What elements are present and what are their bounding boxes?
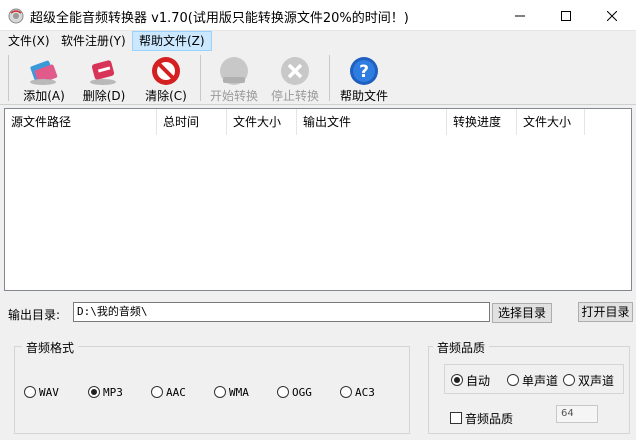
format-radio-mp3[interactable]: MP3 bbox=[88, 384, 123, 400]
channel-label: 双声道 bbox=[578, 373, 615, 388]
column-output-size[interactable]: 文件大小 bbox=[517, 109, 585, 135]
stop-convert-button[interactable]: 停止转换 bbox=[265, 51, 325, 105]
open-dir-button[interactable]: 打开目录 bbox=[578, 302, 633, 322]
radio-circle-selected bbox=[88, 386, 100, 398]
choose-dir-button[interactable]: 选择目录 bbox=[492, 303, 552, 323]
channel-radio-mono[interactable]: 单声道 bbox=[507, 372, 558, 388]
format-label: OGG bbox=[292, 385, 312, 399]
radio-circle bbox=[340, 386, 352, 398]
checkbox-box bbox=[450, 412, 462, 424]
format-label: WAV bbox=[39, 385, 59, 399]
stop-convert-label: 停止转换 bbox=[270, 89, 319, 103]
maximize-icon bbox=[561, 10, 571, 21]
format-radio-wma[interactable]: WMA bbox=[214, 384, 249, 400]
delete-button[interactable]: 删除(D) bbox=[74, 51, 134, 105]
column-progress[interactable]: 转换进度 bbox=[447, 109, 517, 135]
radio-circle bbox=[563, 374, 575, 386]
delete-music-icon bbox=[90, 60, 116, 85]
radio-circle bbox=[507, 374, 519, 386]
app-icon bbox=[8, 8, 24, 24]
toolbar-separator bbox=[200, 55, 201, 101]
format-label: MP3 bbox=[103, 385, 123, 399]
channel-label: 自动 bbox=[466, 373, 491, 388]
radio-circle bbox=[214, 386, 226, 398]
format-label: WMA bbox=[229, 385, 249, 399]
maximize-button[interactable] bbox=[543, 0, 589, 31]
add-button[interactable]: 添加(A) bbox=[14, 51, 74, 105]
quality-checkbox-label: 音频品质 bbox=[465, 411, 514, 426]
menu-help[interactable]: 帮助文件(Z) bbox=[132, 31, 212, 51]
help-button[interactable]: ? 帮助文件 bbox=[334, 51, 394, 105]
svg-text:?: ? bbox=[359, 62, 369, 82]
column-output-file[interactable]: 输出文件 bbox=[297, 109, 447, 135]
title-bar[interactable]: 超级全能音频转换器 v1.70(试用版只能转换源文件20%的时间！) bbox=[0, 0, 636, 31]
window-title: 超级全能音频转换器 v1.70(试用版只能转换源文件20%的时间！) bbox=[30, 11, 409, 26]
toolbar: 添加(A) 删除(D) 清除(C) 开始转换 停止转换 ? 帮助文件 bbox=[0, 51, 636, 105]
clear-button[interactable]: 清除(C) bbox=[136, 51, 196, 105]
clear-button-label: 清除(C) bbox=[145, 89, 187, 103]
radio-circle bbox=[277, 386, 289, 398]
channel-radio-stereo[interactable]: 双声道 bbox=[563, 372, 614, 388]
menu-bar: 文件(X) 软件注册(Y) 帮助文件(Z) bbox=[0, 31, 636, 51]
output-dir-label: 输出目录: bbox=[8, 308, 61, 322]
format-label: AC3 bbox=[355, 385, 375, 399]
add-music-icon bbox=[30, 60, 58, 85]
delete-button-label: 删除(D) bbox=[82, 89, 126, 103]
toolbar-separator bbox=[329, 55, 330, 101]
minimize-icon bbox=[515, 15, 525, 16]
close-icon bbox=[607, 10, 617, 21]
audio-format-group-label: 音频格式 bbox=[22, 339, 79, 356]
menu-register[interactable]: 软件注册(Y) bbox=[55, 31, 132, 51]
close-button[interactable] bbox=[589, 0, 635, 31]
menu-file[interactable]: 文件(X) bbox=[2, 31, 56, 51]
format-radio-ogg[interactable]: OGG bbox=[277, 384, 312, 400]
radio-circle-selected bbox=[451, 374, 463, 386]
column-source-path[interactable]: 源文件路径 bbox=[5, 109, 157, 135]
help-question-icon: ? bbox=[350, 57, 378, 85]
channel-radio-auto[interactable]: 自动 bbox=[451, 372, 490, 388]
clear-forbidden-icon bbox=[152, 57, 180, 85]
channel-label: 单声道 bbox=[522, 373, 559, 388]
radio-circle bbox=[24, 386, 36, 398]
toolbar-grip bbox=[8, 55, 9, 101]
radio-circle bbox=[151, 386, 163, 398]
file-list[interactable]: 源文件路径 总时间 文件大小 输出文件 转换进度 文件大小 bbox=[4, 108, 632, 291]
format-radio-wav[interactable]: WAV bbox=[24, 384, 59, 400]
column-file-size[interactable]: 文件大小 bbox=[227, 109, 297, 135]
start-convert-icon bbox=[220, 57, 248, 85]
start-convert-label: 开始转换 bbox=[209, 89, 258, 103]
format-radio-aac[interactable]: AAC bbox=[151, 384, 186, 400]
help-button-label: 帮助文件 bbox=[339, 89, 388, 103]
minimize-button[interactable] bbox=[497, 0, 543, 31]
start-convert-button[interactable]: 开始转换 bbox=[204, 51, 264, 105]
format-radio-ac3[interactable]: AC3 bbox=[340, 384, 375, 400]
quality-checkbox[interactable]: 音频品质 bbox=[450, 410, 513, 426]
add-button-label: 添加(A) bbox=[23, 89, 65, 103]
output-dir-input[interactable]: D:\我的音频\ bbox=[73, 302, 490, 322]
format-label: AAC bbox=[166, 385, 186, 399]
column-total-time[interactable]: 总时间 bbox=[157, 109, 227, 135]
audio-quality-group-label: 音频品质 bbox=[433, 339, 490, 356]
stop-convert-icon bbox=[281, 57, 309, 85]
quality-value-field[interactable]: 64 bbox=[556, 405, 598, 423]
